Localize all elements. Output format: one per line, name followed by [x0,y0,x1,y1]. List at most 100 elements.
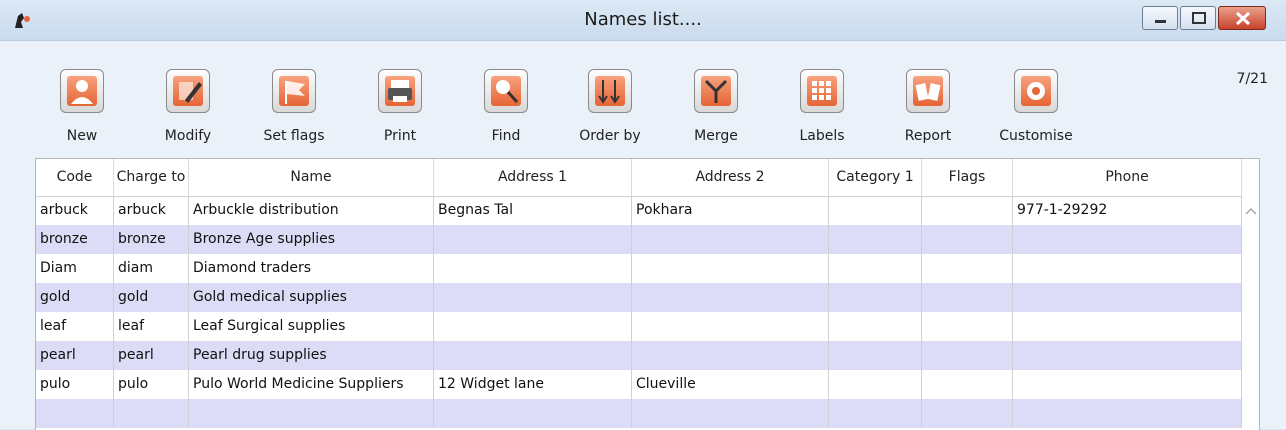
report-icon [906,69,950,113]
content-area: New Modify Set flags Print Find Order by Merge… [8,41,1278,430]
table-row[interactable]: bronze bronze Bronze Age supplies [36,225,1242,254]
table-cell [922,399,1013,428]
table-cell: Gold medical supplies [189,283,434,312]
edit-icon [166,69,210,113]
column-header-phone[interactable]: Phone [1013,159,1242,196]
names-list-window: Names list.... New Modify Set flags Print Fi… [0,0,1286,430]
table-row[interactable]: gold gold Gold medical supplies [36,283,1242,312]
table-cell [434,399,632,428]
table-cell [829,196,922,225]
table-cell: bronze [36,225,114,254]
column-header-code[interactable]: Code [36,159,114,196]
table-cell [1013,225,1242,254]
table-cell: pearl [114,341,189,370]
column-header-charge-to[interactable]: Charge to [114,159,189,196]
report-button[interactable]: Report [878,69,978,144]
table-cell [434,341,632,370]
table-cell [1013,283,1242,312]
table-cell [632,254,829,283]
table-cell [114,399,189,428]
table-row[interactable]: pulo pulo Pulo World Medicine Suppliers 12 … [36,370,1242,399]
column-header-name[interactable]: Name [189,159,434,196]
column-header-address-1[interactable]: Address 1 [434,159,632,196]
flag-icon [272,69,316,113]
table-header: Code Charge to Name Address 1 Address 2 Categ… [36,159,1259,197]
column-header-category-1[interactable]: Category 1 [829,159,922,196]
toolbar-button-label: Customise [999,128,1073,144]
table-cell [632,225,829,254]
table-cell [829,225,922,254]
table-row[interactable]: pearl pearl Pearl drug supplies [36,341,1242,370]
table-cell [632,341,829,370]
labels-icon [800,69,844,113]
merge-icon [694,69,738,113]
vertical-scrollbar[interactable] [1242,196,1259,430]
merge-button[interactable]: Merge [666,69,766,144]
find-button[interactable]: Find [456,69,556,144]
table-cell: Bronze Age supplies [189,225,434,254]
table-cell [1013,399,1242,428]
table-cell [829,399,922,428]
toolbar-button-label: Set flags [263,128,325,144]
names-table[interactable]: Code Charge to Name Address 1 Address 2 Categ… [35,158,1260,430]
table-cell [922,196,1013,225]
printer-icon [378,69,422,113]
record-counter: 7/21 [1236,71,1268,87]
table-row[interactable]: Diam diam Diamond traders [36,254,1242,283]
table-cell: leaf [114,312,189,341]
person-icon [60,69,104,113]
toolbar-button-label: New [66,128,98,144]
column-header-address-2[interactable]: Address 2 [632,159,829,196]
table-cell: pulo [114,370,189,399]
table-cell [1013,254,1242,283]
table-cell: 12 Widget lane [434,370,632,399]
table-cell [434,312,632,341]
new-button[interactable]: New [32,69,132,144]
table-cell: arbuck [36,196,114,225]
table-cell: Pulo World Medicine Suppliers [189,370,434,399]
table-cell: Begnas Tal [434,196,632,225]
modify-button[interactable]: Modify [138,69,238,144]
table-row[interactable]: arbuck arbuck Arbuckle distribution Begnas … [36,196,1242,225]
table-cell [922,225,1013,254]
customise-button[interactable]: Customise [986,69,1086,144]
table-cell [922,254,1013,283]
toolbar-button-label: Modify [164,128,212,144]
table-cell: bronze [114,225,189,254]
table-cell [632,399,829,428]
table-cell [1013,341,1242,370]
table-cell [1013,370,1242,399]
scroll-up-icon[interactable] [1244,206,1258,216]
table-cell [922,283,1013,312]
set-flags-button[interactable]: Set flags [244,69,344,144]
table-row[interactable] [36,399,1242,428]
table-cell [36,399,114,428]
magnifier-icon [484,69,528,113]
table-cell: arbuck [114,196,189,225]
table-cell: Arbuckle distribution [189,196,434,225]
table-row[interactable]: leaf leaf Leaf Surgical supplies [36,312,1242,341]
table-cell [922,312,1013,341]
close-button[interactable] [1218,6,1266,30]
toolbar-button-label: Order by [579,128,641,144]
column-header-flags[interactable]: Flags [922,159,1013,196]
table-cell: Leaf Surgical supplies [189,312,434,341]
table-cell: leaf [36,312,114,341]
table-cell [829,370,922,399]
toolbar-button-label: Merge [694,128,738,144]
print-button[interactable]: Print [350,69,450,144]
table-cell [829,341,922,370]
table-cell [829,312,922,341]
labels-button[interactable]: Labels [772,69,872,144]
order-by-button[interactable]: Order by [560,69,660,144]
table-cell [434,225,632,254]
toolbar-button-label: Find [491,128,521,144]
table-cell: Diam [36,254,114,283]
toolbar-button-label: Labels [799,128,845,144]
table-cell [189,399,434,428]
minimize-button[interactable] [1142,6,1178,30]
table-cell: Clueville [632,370,829,399]
table-cell: gold [114,283,189,312]
maximize-button[interactable] [1180,6,1216,30]
title-bar[interactable]: Names list.... [0,0,1286,41]
